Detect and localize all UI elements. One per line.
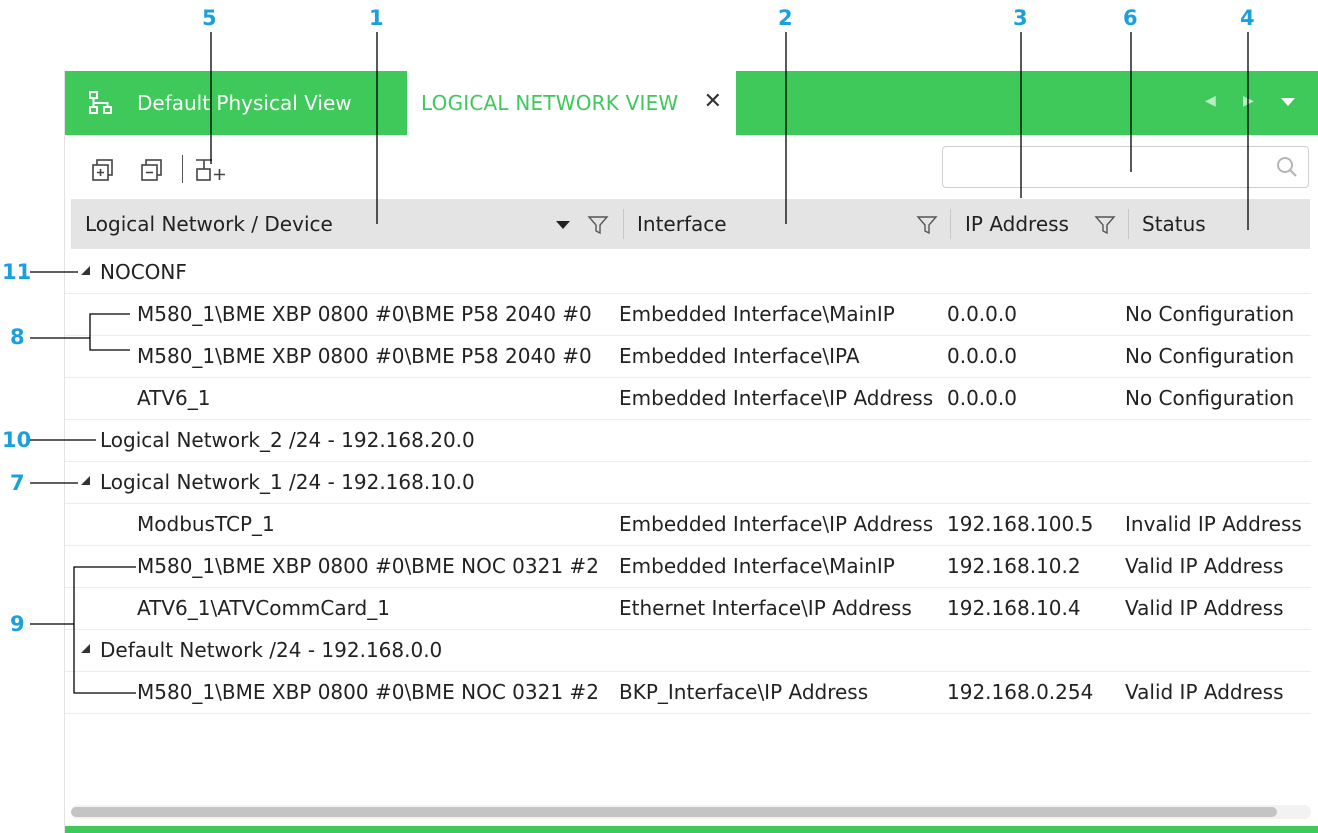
device-name: M580_1\BME XBP 0800 #0\BME P58 2040 #0 bbox=[137, 302, 592, 326]
interface-cell: Embedded Interface\IP Address bbox=[619, 386, 934, 410]
device-row[interactable]: M580_1\BME XBP 0800 #0\BME P58 2040 #0 Em… bbox=[65, 336, 1311, 378]
callout-8: 8 bbox=[10, 325, 25, 349]
column-header-device[interactable]: Logical Network / Device bbox=[85, 199, 333, 249]
ip-address-cell: 192.168.100.5 bbox=[947, 512, 1094, 536]
status-cell: Valid IP Address bbox=[1125, 596, 1284, 620]
column-header-status[interactable]: Status bbox=[1142, 199, 1206, 249]
logical-network-row[interactable]: NOCONF bbox=[65, 252, 1311, 294]
device-row[interactable]: M580_1\BME XBP 0800 #0\BME NOC 0321 #2 Em… bbox=[65, 546, 1311, 588]
bottom-accent-bar bbox=[65, 826, 1318, 833]
ip-address-cell: 0.0.0.0 bbox=[947, 344, 1017, 368]
ip-address-cell: 192.168.10.4 bbox=[947, 596, 1081, 620]
column-separator bbox=[623, 209, 624, 239]
column-separator bbox=[950, 209, 951, 239]
logical-network-row[interactable]: Logical Network_2 /24 - 192.168.20.0 bbox=[65, 420, 1311, 462]
callout-2: 2 bbox=[778, 6, 793, 30]
filter-icon[interactable] bbox=[587, 214, 609, 236]
tab-logical-label: LOGICAL NETWORK VIEW bbox=[421, 91, 679, 115]
callout-6: 6 bbox=[1123, 6, 1138, 30]
ip-address-cell: 0.0.0.0 bbox=[947, 302, 1017, 326]
device-row[interactable]: ModbusTCP_1 Embedded Interface\IP Address… bbox=[65, 504, 1311, 546]
search-box[interactable] bbox=[942, 146, 1309, 188]
callout-9: 9 bbox=[10, 612, 25, 636]
network-tree-icon bbox=[89, 91, 112, 114]
ip-address-cell: 192.168.0.254 bbox=[947, 680, 1094, 704]
callout-5: 5 bbox=[202, 6, 217, 30]
horizontal-scrollbar[interactable] bbox=[71, 805, 1311, 819]
network-name: Logical Network_2 /24 - 192.168.20.0 bbox=[100, 428, 475, 452]
search-input[interactable] bbox=[951, 147, 1275, 185]
tab-physical-label: Default Physical View bbox=[137, 91, 352, 115]
sort-dropdown-icon[interactable] bbox=[556, 221, 570, 229]
callout-1: 1 bbox=[369, 6, 384, 30]
interface-cell: Embedded Interface\IP Address bbox=[619, 512, 934, 536]
device-row[interactable]: ATV6_1\ATVCommCard_1 Ethernet Interface\I… bbox=[65, 588, 1311, 630]
callout-11: 11 bbox=[2, 260, 32, 284]
callout-7: 7 bbox=[10, 471, 25, 495]
column-header-status-label: Status bbox=[1142, 212, 1206, 236]
interface-cell: Embedded Interface\MainIP bbox=[619, 554, 895, 578]
interface-cell: BKP_Interface\IP Address bbox=[619, 680, 869, 704]
column-separator bbox=[1128, 209, 1129, 239]
logical-network-row[interactable]: Logical Network_1 /24 - 192.168.10.0 bbox=[65, 462, 1311, 504]
close-icon[interactable]: ✕ bbox=[704, 91, 722, 113]
ip-address-cell: 192.168.10.2 bbox=[947, 554, 1081, 578]
device-row[interactable]: ATV6_1 Embedded Interface\IP Address 0.0.0… bbox=[65, 378, 1311, 420]
interface-cell: Ethernet Interface\IP Address bbox=[619, 596, 912, 620]
collapse-all-icon[interactable] bbox=[139, 157, 165, 183]
status-cell: No Configuration bbox=[1125, 344, 1295, 368]
device-name: ATV6_1\ATVCommCard_1 bbox=[137, 596, 390, 620]
logical-network-panel: Default Physical View LOGICAL NETWORK VI… bbox=[64, 71, 1318, 833]
device-row[interactable]: M580_1\BME XBP 0800 #0\BME NOC 0321 #2 BK… bbox=[65, 672, 1311, 714]
filter-icon[interactable] bbox=[1094, 214, 1116, 236]
device-name: M580_1\BME XBP 0800 #0\BME NOC 0321 #2 bbox=[137, 554, 599, 578]
logical-network-row[interactable]: Default Network /24 - 192.168.0.0 bbox=[65, 630, 1311, 672]
status-cell: Valid IP Address bbox=[1125, 680, 1284, 704]
column-header-interface-label: Interface bbox=[637, 212, 727, 236]
collapse-triangle-icon[interactable] bbox=[81, 476, 90, 485]
device-row[interactable]: M580_1\BME XBP 0800 #0\BME P58 2040 #0 Em… bbox=[65, 294, 1311, 336]
column-header-ip-label: IP Address bbox=[965, 212, 1069, 236]
filter-icon[interactable] bbox=[916, 214, 938, 236]
device-name: M580_1\BME XBP 0800 #0\BME P58 2040 #0 bbox=[137, 344, 592, 368]
scroll-right-icon[interactable]: ▶ bbox=[1243, 93, 1254, 109]
device-name: M580_1\BME XBP 0800 #0\BME NOC 0321 #2 bbox=[137, 680, 599, 704]
expand-all-icon[interactable] bbox=[90, 157, 116, 183]
callout-4: 4 bbox=[1240, 6, 1255, 30]
network-name: NOCONF bbox=[100, 260, 187, 284]
callout-3: 3 bbox=[1013, 6, 1028, 30]
toolbar-separator bbox=[182, 155, 183, 183]
tab-default-physical-view[interactable]: Default Physical View bbox=[65, 71, 406, 135]
collapse-triangle-icon[interactable] bbox=[81, 266, 90, 275]
column-header-device-label: Logical Network / Device bbox=[85, 212, 333, 236]
collapse-triangle-icon[interactable] bbox=[81, 644, 90, 653]
network-name: Logical Network_1 /24 - 192.168.10.0 bbox=[100, 470, 475, 494]
network-name: Default Network /24 - 192.168.0.0 bbox=[100, 638, 443, 662]
scroll-left-icon[interactable]: ◀ bbox=[1205, 93, 1216, 109]
toolbar bbox=[65, 135, 1318, 201]
chevron-down-icon[interactable] bbox=[1281, 98, 1295, 106]
tab-bar: Default Physical View LOGICAL NETWORK VI… bbox=[65, 71, 1318, 135]
device-name: ModbusTCP_1 bbox=[137, 512, 275, 536]
callout-10: 10 bbox=[2, 428, 32, 452]
search-icon[interactable] bbox=[1276, 156, 1298, 178]
column-header-ip-address[interactable]: IP Address bbox=[965, 199, 1069, 249]
interface-cell: Embedded Interface\MainIP bbox=[619, 302, 895, 326]
interface-cell: Embedded Interface\IPA bbox=[619, 344, 860, 368]
status-cell: Invalid IP Address bbox=[1125, 512, 1302, 536]
column-header-interface[interactable]: Interface bbox=[637, 199, 727, 249]
tab-logical-network-view[interactable]: LOGICAL NETWORK VIEW ✕ bbox=[407, 71, 736, 135]
scrollbar-thumb[interactable] bbox=[71, 807, 1277, 817]
status-cell: No Configuration bbox=[1125, 302, 1295, 326]
device-name: ATV6_1 bbox=[137, 386, 211, 410]
ip-address-cell: 0.0.0.0 bbox=[947, 386, 1017, 410]
grid-header: Logical Network / Device Interface IP Ad… bbox=[71, 199, 1310, 249]
status-cell: No Configuration bbox=[1125, 386, 1295, 410]
status-cell: Valid IP Address bbox=[1125, 554, 1284, 578]
add-logical-network-icon[interactable] bbox=[195, 157, 227, 183]
